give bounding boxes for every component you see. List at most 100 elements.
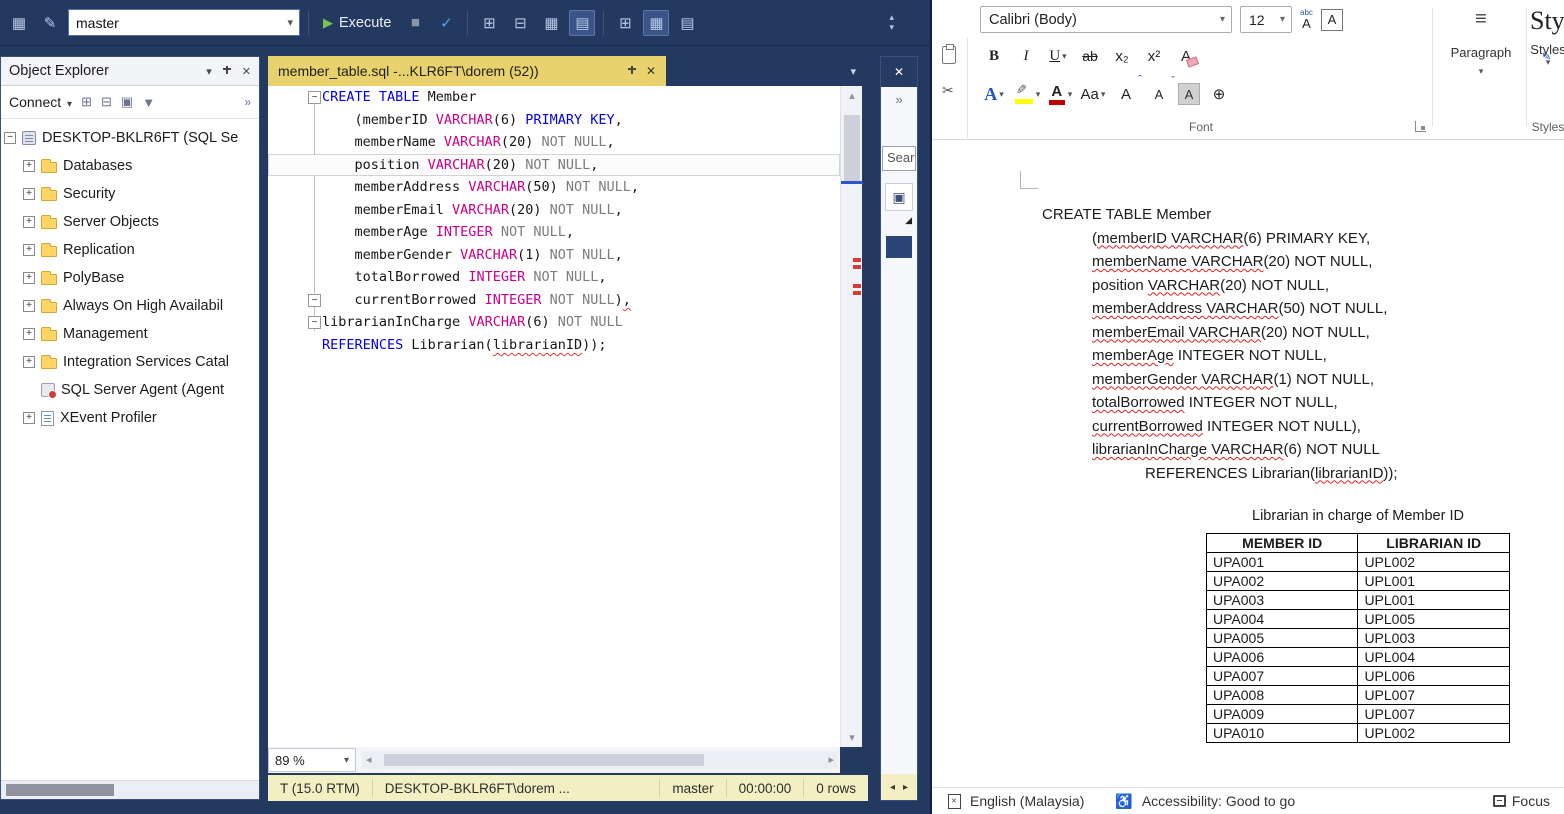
object-icon[interactable]: ▣ (885, 183, 913, 211)
doc-line[interactable]: totalBorrowed INTEGER NOT NULL, (1092, 391, 1398, 415)
table-cell[interactable]: UPA003 (1205, 590, 1359, 610)
table-cell[interactable]: UPA005 (1205, 628, 1359, 648)
subscript-button[interactable]: x₂ (1108, 42, 1136, 70)
results-to-text-icon[interactable]: ▤ (569, 9, 596, 36)
tree-item-integration-services-catal[interactable]: + Integration Services Catal (1, 348, 259, 376)
window-menu-chevron-icon[interactable]: ▾ (206, 65, 212, 78)
change-case-button[interactable]: Aa ▾ (1079, 80, 1107, 108)
expand-icon[interactable]: + (23, 412, 35, 424)
code-line[interactable]: memberEmail VARCHAR (20) NOT NULL, (268, 199, 840, 222)
doc-line[interactable]: memberGender VARCHAR(1) NOT NULL, (1092, 368, 1398, 392)
italic-button[interactable]: I (1012, 42, 1040, 70)
editor-vertical-scrollbar[interactable]: ▴ ▾ (840, 86, 863, 747)
live-query-stats-icon[interactable]: ⊟ (507, 10, 533, 36)
doc-line[interactable]: memberAge INTEGER NOT NULL, (1092, 344, 1398, 368)
scrollbar-thumb[interactable] (384, 754, 704, 766)
cut-scissors-icon[interactable]: ✂ (942, 82, 954, 99)
table-cell[interactable]: UPL007 (1357, 704, 1510, 724)
grow-font-icon[interactable]: A (1112, 74, 1142, 108)
shrink-font-icon[interactable]: A (1145, 75, 1175, 108)
table-cell[interactable]: UPL007 (1357, 685, 1510, 705)
tree-item-security[interactable]: + Security (1, 180, 259, 208)
disconnect-icon[interactable]: ⊞ (81, 94, 92, 110)
new-window-icon[interactable]: ⊞ (612, 10, 638, 36)
phonetic-guide-icon[interactable]: abc A (1300, 9, 1313, 31)
tab-member-table-sql[interactable]: member_table.sql -...KLR6FT\dorem (52)) … (268, 56, 666, 86)
table-cell[interactable]: UPL003 (1357, 628, 1510, 648)
quill-icon[interactable]: ✎ (37, 10, 63, 36)
doc-line[interactable]: position VARCHAR(20) NOT NULL, (1092, 274, 1398, 298)
pin-icon[interactable] (222, 65, 232, 78)
expand-icon[interactable]: + (23, 244, 35, 256)
filter-icon[interactable]: ▼ (142, 95, 155, 110)
execute-button[interactable]: ▶ Execute (317, 15, 397, 31)
code-line[interactable]: memberName VARCHAR (20) NOT NULL, (268, 131, 840, 154)
table-cell[interactable]: UPL004 (1357, 647, 1510, 667)
fold-toggle-icon[interactable]: − (308, 316, 321, 329)
results-to-grid-icon[interactable]: ▦ (538, 10, 564, 36)
character-border-icon[interactable]: A (1320, 8, 1343, 31)
split-window-icon[interactable]: ▤ (674, 10, 700, 36)
expand-icon[interactable]: + (23, 272, 35, 284)
fold-toggle-icon[interactable]: − (308, 293, 321, 307)
expand-icon[interactable]: + (23, 300, 35, 312)
expand-icon[interactable]: + (23, 160, 35, 172)
scroll-down-icon[interactable]: ▾ (841, 731, 863, 744)
table-cell[interactable]: UPA010 (1205, 723, 1359, 743)
table-cell[interactable]: UPA002 (1205, 571, 1359, 591)
overflow-chevrons-icon[interactable]: » (244, 95, 251, 109)
estimated-plan-icon[interactable]: ⊞ (476, 10, 502, 36)
collapse-icon[interactable]: − (4, 132, 16, 144)
close-icon[interactable]: ✕ (881, 57, 917, 87)
code-line[interactable]: − CREATE TABLE Member (268, 86, 840, 109)
scroll-left-icon[interactable]: ◂ (366, 753, 372, 766)
code-line[interactable]: memberGender VARCHAR (1) NOT NULL, (268, 244, 840, 267)
table-cell[interactable]: UPL001 (1357, 590, 1510, 610)
code-line[interactable]: REFERENCES Librarian(librarianID)); (268, 334, 840, 357)
scrollbar-thumb[interactable] (6, 784, 114, 796)
scroll-up-icon[interactable]: ▴ (841, 89, 863, 102)
doc-line[interactable]: memberName VARCHAR(20) NOT NULL, (1092, 250, 1398, 274)
tree-item-always-on-high-availabil[interactable]: + Always On High Availabil (1, 292, 259, 320)
table-cell[interactable]: UPL006 (1357, 666, 1510, 686)
table-header-cell[interactable]: LIBRARIAN ID (1357, 533, 1510, 553)
font-dialog-launcher-icon[interactable] (1415, 121, 1426, 132)
stop-icon[interactable]: ■ (402, 10, 428, 36)
table-header-cell[interactable]: MEMBER ID (1205, 533, 1359, 553)
doc-line[interactable]: memberAddress VARCHAR(50) NOT NULL, (1092, 297, 1398, 321)
close-icon[interactable]: ✕ (646, 64, 656, 78)
language-status[interactable]: English (Malaysia) (970, 793, 1084, 809)
code-line[interactable]: (memberID VARCHAR (6) PRIMARY KEY, (268, 109, 840, 132)
table-cell[interactable]: UPA009 (1205, 704, 1359, 724)
word-document[interactable]: CREATE TABLE Member (memberID VARCHAR(6) … (932, 141, 1564, 787)
table-cell[interactable]: UPA004 (1205, 609, 1359, 629)
tree-item-xevent-profiler[interactable]: + XEvent Profiler (1, 404, 259, 432)
doc-line[interactable]: memberEmail VARCHAR(20) NOT NULL, (1092, 321, 1398, 345)
table-cell[interactable]: UPL002 (1357, 723, 1510, 743)
font-color-button[interactable]: A ▾ (1046, 80, 1074, 108)
styles-menu-button[interactable]: Styles Styles ▾ (1530, 0, 1564, 68)
enclose-characters-icon[interactable]: ⊕ (1205, 80, 1233, 108)
focus-button[interactable]: Focus (1492, 793, 1550, 809)
bold-button[interactable]: B (980, 42, 1008, 70)
keyboard-icon[interactable]: ▦ (6, 10, 32, 36)
expand-icon[interactable]: + (23, 356, 35, 368)
toolbar-overflow[interactable]: ▴ ▾ (889, 12, 924, 33)
underline-button[interactable]: U ▾ (1044, 42, 1072, 70)
tree-item-desktop-bklr6ft-sql-se[interactable]: − DESKTOP-BKLR6FT (SQL Se (1, 124, 259, 152)
scroll-right-icon[interactable]: ▸ (903, 782, 908, 793)
superscript-button[interactable]: x² (1140, 42, 1168, 70)
doc-line[interactable]: CREATE TABLE Member (1042, 203, 1398, 227)
text-effects-button[interactable]: A ▾ (980, 80, 1008, 108)
table-cell[interactable]: UPL005 (1357, 609, 1510, 629)
table-cell[interactable]: UPA006 (1205, 647, 1359, 667)
scroll-left-icon[interactable]: ◂ (890, 782, 895, 793)
font-name-combo[interactable]: Calibri (Body) ▾ (980, 6, 1232, 33)
table-caption[interactable]: Librarian in charge of Member ID (1206, 508, 1510, 524)
code-line[interactable]: − librarianInCharge VARCHAR (6) NOT NULL (268, 311, 840, 334)
tree-item-management[interactable]: + Management (1, 320, 259, 348)
tab-list-chevron-icon[interactable]: ▾ (850, 65, 868, 78)
scrollbar-thumb[interactable] (844, 115, 860, 181)
table-cell[interactable]: UPA007 (1205, 666, 1359, 686)
code-line[interactable]: totalBorrowed INTEGER NOT NULL, (268, 266, 840, 289)
